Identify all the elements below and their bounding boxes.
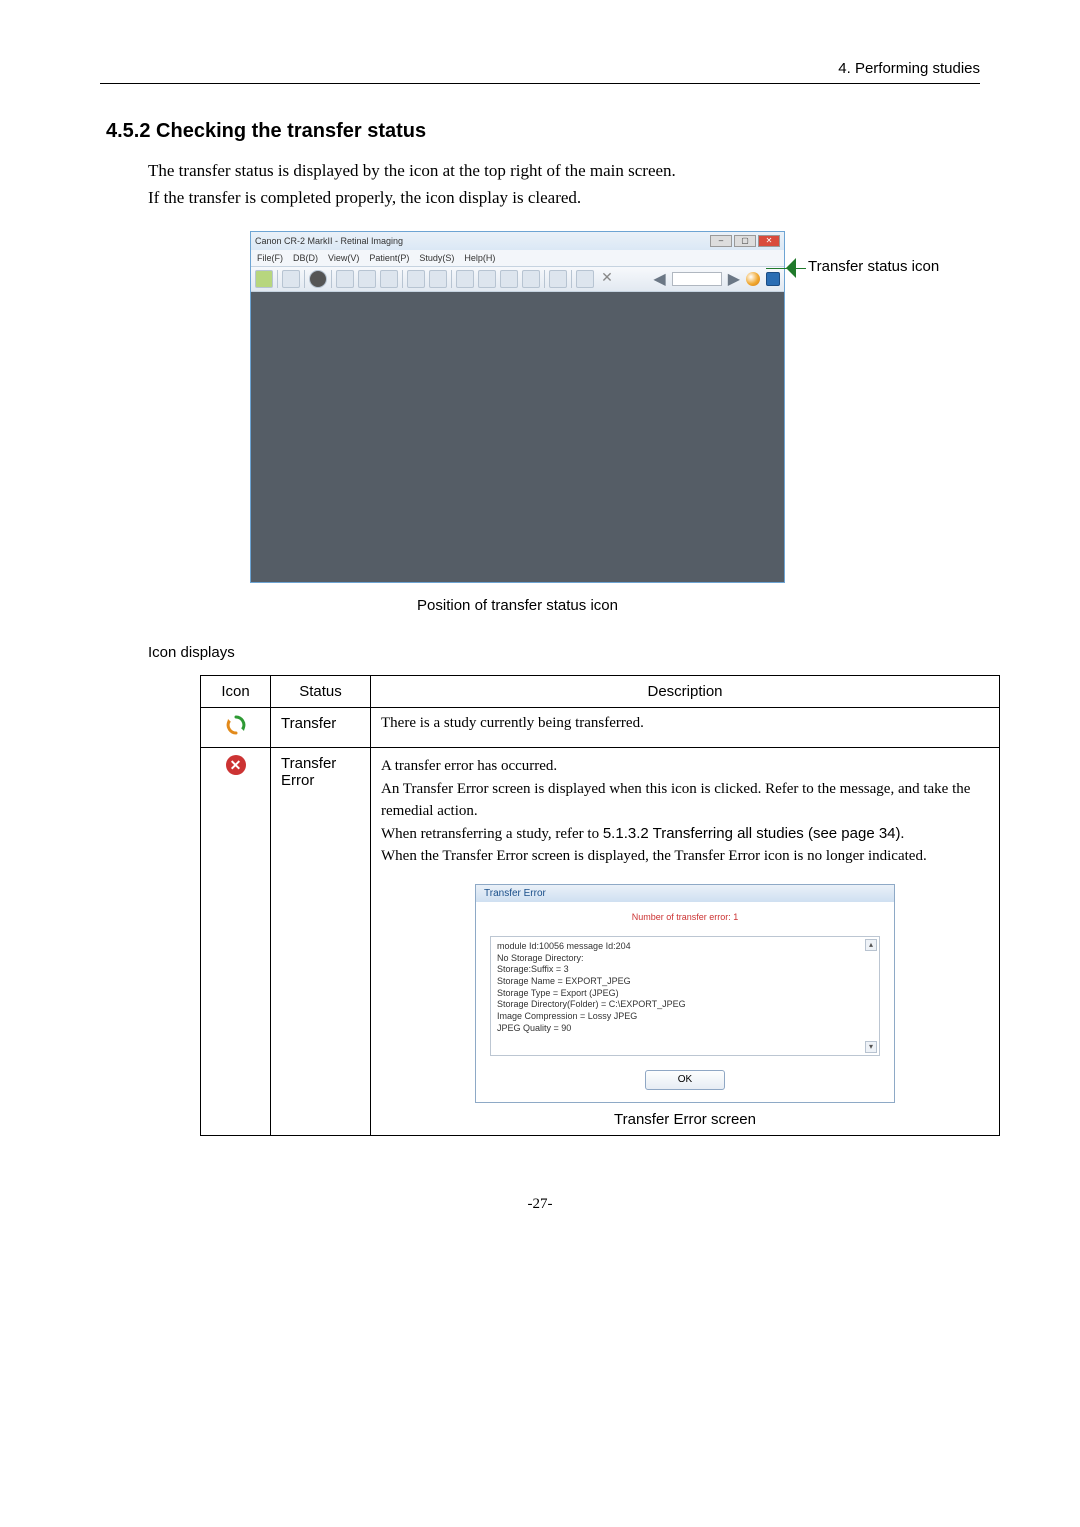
next-nav-icon[interactable]: ▶	[728, 269, 740, 289]
section-title: Checking the transfer status	[156, 120, 426, 142]
scroll-up-button[interactable]: ▴	[865, 939, 877, 951]
figure-caption: Position of transfer status icon	[250, 597, 785, 614]
transfer-progress-icon	[226, 715, 246, 735]
menu-item[interactable]: Study(S)	[419, 253, 454, 263]
dialog-message-box: module Id:10056 message Id:204 No Storag…	[490, 936, 880, 1056]
status-cell: Transfer Error	[271, 748, 371, 1136]
description-cell: There is a study currently being transfe…	[371, 708, 1000, 748]
callout-label: Transfer status icon	[808, 258, 939, 275]
icon-displays-table: Icon Status Description Transfer There i…	[200, 675, 1000, 1136]
toolbar-icon[interactable]	[522, 270, 540, 288]
desc-line: When retransferring a study, refer to 5.…	[381, 823, 989, 846]
toolbar-separator	[331, 270, 332, 288]
toolbar-icon[interactable]	[500, 270, 518, 288]
transfer-error-icon: ✕	[226, 755, 246, 775]
toolbar-icon[interactable]	[336, 270, 354, 288]
toolbar-separator	[304, 270, 305, 288]
desc-line: An Transfer Error screen is displayed wh…	[381, 778, 989, 823]
toolbar-separator	[571, 270, 572, 288]
toolbar-separator	[277, 270, 278, 288]
toolbar-icon[interactable]	[576, 270, 594, 288]
transfer-status-icon[interactable]	[746, 272, 760, 286]
window-controls: – ▢ ✕	[710, 235, 780, 247]
icon-cell: ✕	[201, 748, 271, 1136]
app-menubar: File(F) DB(D) View(V) Patient(P) Study(S…	[251, 250, 784, 266]
toolbar-separator	[451, 270, 452, 288]
page-header: 4. Performing studies	[100, 60, 980, 84]
intro-line: The transfer status is displayed by the …	[148, 157, 980, 184]
transfer-error-dialog: Transfer Error Number of transfer error:…	[475, 884, 895, 1103]
page-number: -27-	[100, 1196, 980, 1213]
intro-line: If the transfer is completed properly, t…	[148, 184, 980, 211]
status-cell: Transfer	[271, 708, 371, 748]
icon-cell	[201, 708, 271, 748]
dialog-message-text: module Id:10056 message Id:204 No Storag…	[497, 941, 873, 1035]
dialog-caption: Transfer Error screen	[381, 1111, 989, 1128]
toolbar-separator	[544, 270, 545, 288]
toolbar-right-group: ◀ ▶	[653, 269, 780, 289]
col-header-description: Description	[371, 676, 1000, 708]
desc-text: .	[901, 826, 905, 842]
dialog-body: Number of transfer error: 1 module Id:10…	[476, 902, 894, 1056]
toolbar-separator	[402, 270, 403, 288]
toolbar-icon[interactable]	[407, 270, 425, 288]
desc-line: A transfer error has occurred.	[381, 755, 989, 778]
col-header-icon: Icon	[201, 676, 271, 708]
icon-displays-heading: Icon displays	[148, 644, 980, 661]
app-body-area	[251, 292, 784, 582]
toolbar-icon[interactable]	[429, 270, 447, 288]
dialog-title: Transfer Error	[476, 885, 894, 902]
section-intro: The transfer status is displayed by the …	[148, 157, 980, 211]
desc-line: When the Transfer Error screen is displa…	[381, 845, 989, 868]
prev-nav-icon[interactable]: ◀	[653, 269, 665, 289]
dialog-error-count: Number of transfer error: 1	[490, 912, 880, 922]
toolbar-icon[interactable]	[282, 270, 300, 288]
section-number: 4.5.2	[106, 120, 150, 142]
delete-icon[interactable]: ✕	[598, 270, 616, 288]
app-window: Canon CR-2 MarkII - Retinal Imaging – ▢ …	[250, 231, 785, 583]
maximize-button[interactable]: ▢	[734, 235, 756, 247]
toolbar-icon[interactable]	[478, 270, 496, 288]
table-row: ✕ Transfer Error A transfer error has oc…	[201, 748, 1000, 1136]
description-cell: A transfer error has occurred. An Transf…	[371, 748, 1000, 1136]
table-header-row: Icon Status Description	[201, 676, 1000, 708]
toolbar-icon[interactable]	[255, 270, 273, 288]
table-row: Transfer There is a study currently bein…	[201, 708, 1000, 748]
menu-item[interactable]: View(V)	[328, 253, 359, 263]
menu-item[interactable]: DB(D)	[293, 253, 318, 263]
minimize-button[interactable]: –	[710, 235, 732, 247]
toolbar-icon[interactable]	[380, 270, 398, 288]
toolbar-icon[interactable]	[456, 270, 474, 288]
exit-icon[interactable]	[766, 272, 780, 286]
scroll-down-button[interactable]: ▾	[865, 1041, 877, 1053]
section-heading: 4.5.2 Checking the transfer status	[106, 120, 980, 143]
menu-item[interactable]: Patient(P)	[369, 253, 409, 263]
menu-item[interactable]: Help(H)	[464, 253, 495, 263]
toolbar-icon[interactable]	[549, 270, 567, 288]
callout-arrowhead-icon	[786, 258, 796, 278]
close-button[interactable]: ✕	[758, 235, 780, 247]
app-toolbar: ✕ ◀ ▶	[251, 266, 784, 292]
toolbar-icon[interactable]	[358, 270, 376, 288]
dialog-footer: OK	[476, 1056, 894, 1102]
desc-text: When retransferring a study, refer to	[381, 826, 603, 842]
figure-transfer-status-position: Canon CR-2 MarkII - Retinal Imaging – ▢ …	[250, 231, 980, 583]
cross-reference: 5.1.3.2 Transferring all studies (see pa…	[603, 825, 901, 842]
app-title: Canon CR-2 MarkII - Retinal Imaging	[255, 236, 403, 246]
menu-item[interactable]: File(F)	[257, 253, 283, 263]
toolbar-icon[interactable]	[309, 270, 327, 288]
col-header-status: Status	[271, 676, 371, 708]
ok-button[interactable]: OK	[645, 1070, 725, 1090]
nav-strip[interactable]	[672, 272, 722, 286]
app-titlebar: Canon CR-2 MarkII - Retinal Imaging – ▢ …	[251, 232, 784, 250]
